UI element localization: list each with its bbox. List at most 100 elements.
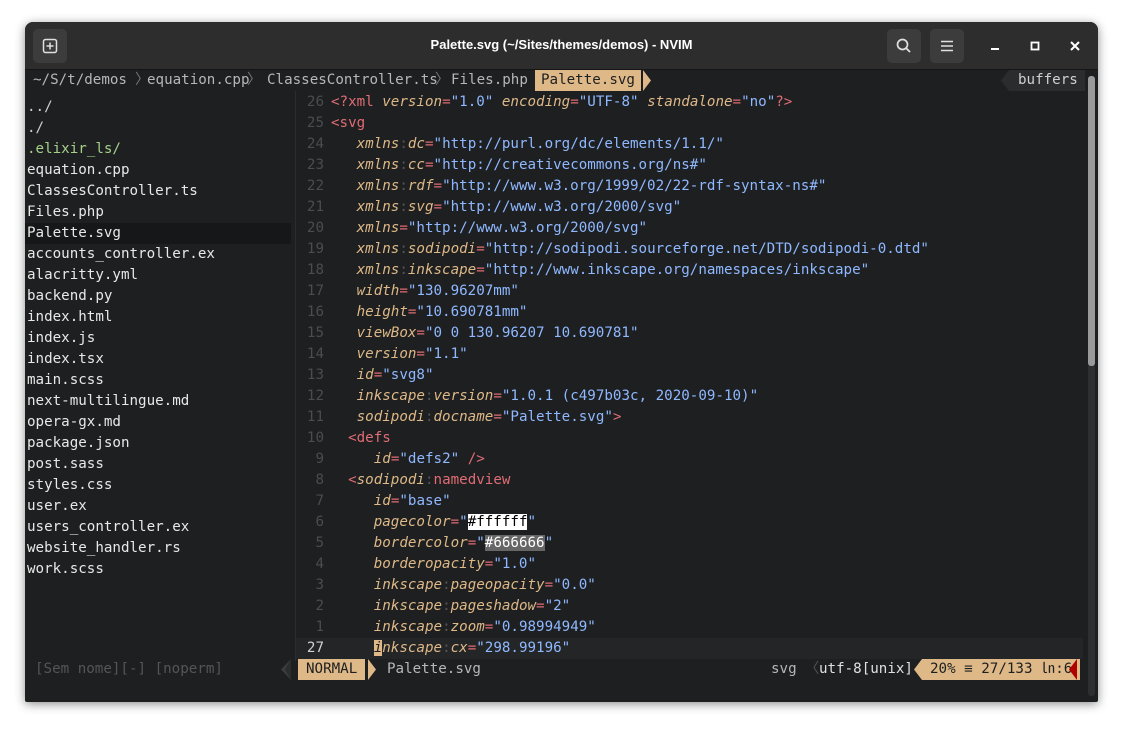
tree-item[interactable]: user.ex (27, 496, 87, 517)
code-line: 10 <defs (296, 428, 1083, 449)
scrollbar[interactable] (1088, 76, 1095, 696)
status-encoding: utf-8[unix] (819, 661, 913, 677)
code-text[interactable]: borderopacity="1.0" (331, 554, 536, 575)
code-text[interactable]: version="1.1" (331, 344, 468, 365)
line-number: 16 (306, 304, 324, 320)
code-line: 14 version="1.1" (296, 344, 1083, 365)
code-text[interactable]: xmlns:cc="http://creativecommons.org/ns#… (331, 155, 707, 176)
code-text[interactable]: pagecolor="#ffffff" (331, 512, 536, 533)
tree-item[interactable]: Palette.svg (27, 223, 121, 244)
tabline-path[interactable]: ~/S/t/demos (33, 70, 127, 91)
code-text[interactable]: id="defs2" /> (331, 449, 485, 470)
status-separator: 〈 (805, 661, 820, 677)
line-number: 12 (306, 388, 324, 404)
tree-item[interactable]: .elixir_ls/ (27, 139, 121, 160)
buffers-label[interactable]: buffers (1009, 70, 1085, 91)
code-text[interactable]: <svg (331, 113, 365, 134)
code-line: 18 xmlns:inkscape="http://www.inkscape.o… (296, 260, 1083, 281)
code-line: 2 inkscape:pageshadow="2" (296, 596, 1083, 617)
code-text[interactable]: xmlns="http://www.w3.org/2000/svg" (331, 218, 647, 239)
code-text[interactable]: height="10.690781mm" (331, 302, 528, 323)
tree-item[interactable]: index.js (27, 328, 95, 349)
code-text[interactable]: inkscape:cx="298.99196" (331, 638, 570, 659)
line-number: 7 (315, 493, 324, 509)
tab-equation-cpp[interactable]: equation.cpp (147, 70, 250, 91)
tree-item[interactable]: package.json (27, 433, 130, 454)
code-line: 13 id="svg8" (296, 365, 1083, 386)
code-text[interactable]: viewBox="0 0 130.96207 10.690781" (331, 323, 639, 344)
tree-item[interactable]: accounts_controller.ex (27, 244, 215, 265)
code-text[interactable]: id="svg8" (331, 365, 434, 386)
code-text[interactable]: <?xml version="1.0" encoding="UTF-8" sta… (331, 92, 792, 113)
code-text[interactable]: inkscape:zoom="0.98994949" (331, 617, 596, 638)
close-icon[interactable] (1065, 36, 1085, 56)
line-number: 6 (315, 514, 324, 530)
code-text[interactable]: bordercolor="#666666" (331, 533, 553, 554)
tabline: ~/S/t/demos 〉 equation.cpp 〉 ClassesCont… (25, 70, 1098, 91)
line-number: 25 (306, 115, 324, 131)
code-text[interactable]: inkscape:pageopacity="0.0" (331, 575, 596, 596)
hamburger-menu-icon (941, 40, 953, 52)
tree-item[interactable]: alacritty.yml (27, 265, 138, 286)
code-line: 24 xmlns:dc="http://purl.org/dc/elements… (296, 134, 1083, 155)
code-text[interactable]: xmlns:dc="http://purl.org/dc/elements/1.… (331, 134, 724, 155)
file-tree: .././.elixir_ls/equation.cpp ClassesContr… (25, 91, 293, 661)
line-number: 22 (306, 178, 324, 194)
code-text[interactable]: xmlns:svg="http://www.w3.org/2000/svg" (331, 197, 682, 218)
tree-item[interactable]: ./ (27, 118, 44, 139)
line-number: 10 (306, 430, 324, 446)
text-cursor: i (373, 640, 383, 656)
code-text[interactable]: <defs (331, 428, 391, 449)
line-number: 21 (306, 199, 324, 215)
tree-item[interactable]: ClassesController.ts (27, 181, 198, 202)
tree-item[interactable]: ../ (27, 97, 53, 118)
maximize-icon[interactable] (1025, 36, 1045, 56)
line-number: 11 (306, 409, 324, 425)
code-text[interactable]: xmlns:inkscape="http://www.inkscape.org/… (331, 260, 870, 281)
search-icon (896, 38, 911, 53)
code-line: 25 <svg (296, 113, 1083, 134)
tree-item[interactable]: main.scss (27, 370, 104, 391)
tree-item[interactable]: equation.cpp (27, 160, 130, 181)
code-line: 4 borderopacity="1.0" (296, 554, 1083, 575)
line-number: 14 (306, 346, 324, 362)
code-text[interactable]: <sodipodi:namedview (331, 470, 510, 491)
line-number: 24 (306, 136, 324, 152)
menu-button[interactable] (930, 29, 964, 63)
minimize-icon[interactable] (985, 36, 1005, 56)
scrollbar-thumb[interactable] (1088, 76, 1095, 366)
code-text[interactable]: inkscape:pageshadow="2" (331, 596, 570, 617)
code-text[interactable]: sodipodi:docname="Palette.svg"> (331, 407, 622, 428)
tab-palette-svg[interactable]: Palette.svg (535, 70, 641, 91)
code-text[interactable]: id="base" (331, 491, 451, 512)
tree-item[interactable]: post.sass (27, 454, 104, 475)
tree-item[interactable]: work.scss (27, 559, 104, 580)
line-number: 19 (306, 241, 324, 257)
tree-item[interactable]: styles.css (27, 475, 112, 496)
code-line: 6 pagecolor="#ffffff" (296, 512, 1083, 533)
line-number: 5 (315, 535, 324, 551)
tree-item[interactable]: users_controller.ex (27, 517, 189, 538)
search-button[interactable] (887, 29, 921, 63)
tab-separator: 〉 (247, 72, 262, 88)
tab-files-php[interactable]: Files.php (451, 70, 528, 91)
editor-pane[interactable]: 26 <?xml version="1.0" encoding="UTF-8" s… (296, 91, 1083, 661)
code-text[interactable]: width="130.96207mm" (331, 281, 519, 302)
tab-classescontroller-ts[interactable]: ClassesController.ts (267, 70, 438, 91)
code-line: 9 id="defs2" /> (296, 449, 1083, 470)
code-line: 21 xmlns:svg="http://www.w3.org/2000/svg… (296, 197, 1083, 218)
tree-item[interactable]: index.html (27, 307, 112, 328)
mode-indicator: NORMAL (298, 659, 366, 680)
code-line: 16 height="10.690781mm" (296, 302, 1083, 323)
code-text[interactable]: inkscape:version="1.0.1 (c497b03c, 2020-… (331, 386, 758, 407)
line-number: 15 (306, 325, 324, 341)
code-text[interactable]: xmlns:rdf="http://www.w3.org/1999/02/22-… (331, 176, 827, 197)
tree-status: [Sem nome][-] [noperm] (35, 661, 223, 677)
code-text[interactable]: xmlns:sodipodi="http://sodipodi.sourcefo… (331, 239, 929, 260)
tree-item[interactable]: next-multilingue.md (27, 391, 189, 412)
tree-item[interactable]: index.tsx (27, 349, 104, 370)
tree-item[interactable]: opera-gx.md (27, 412, 121, 433)
tree-item[interactable]: Files.php (27, 202, 104, 223)
tree-item[interactable]: backend.py (27, 286, 112, 307)
tree-item[interactable]: website_handler.rs (27, 538, 181, 559)
